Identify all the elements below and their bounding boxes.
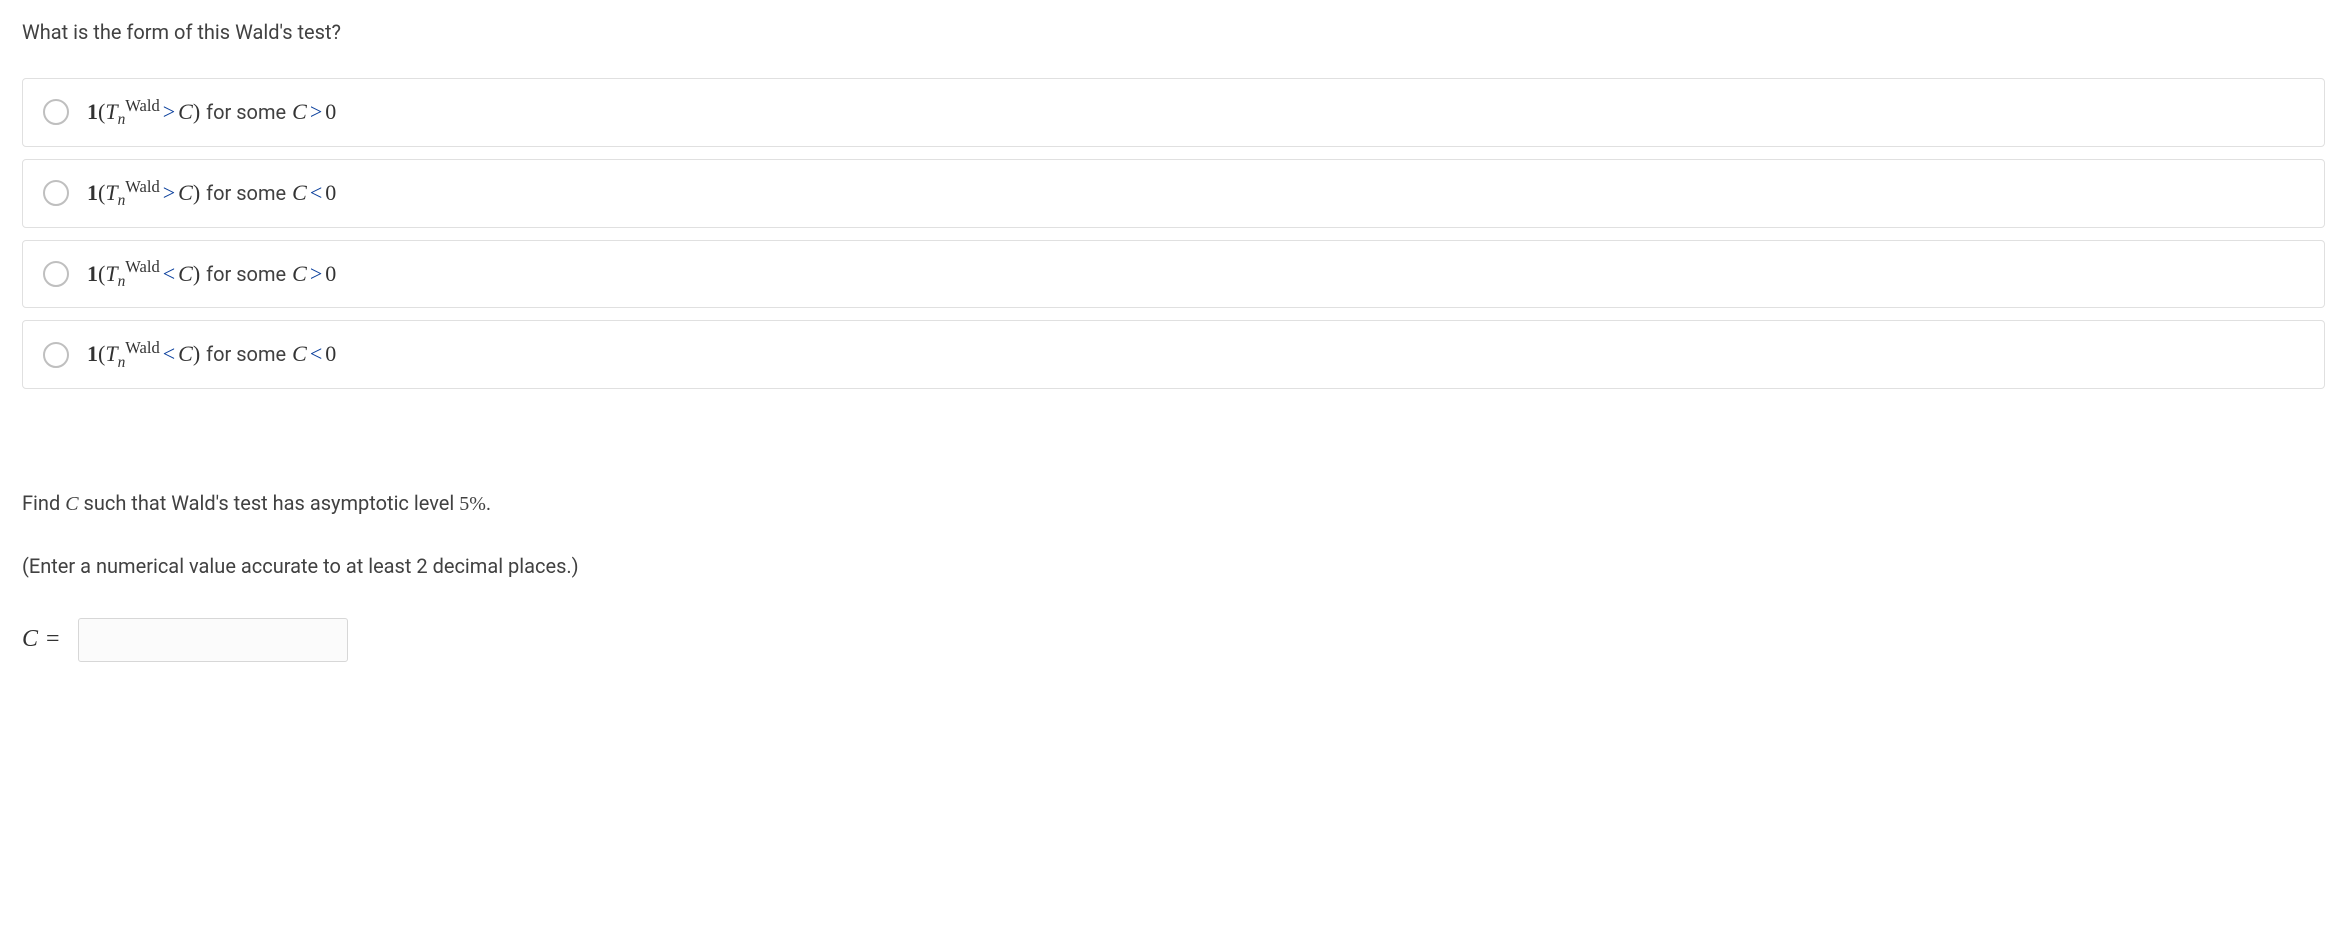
radio-icon: [43, 342, 69, 368]
options-group: 1 ( T n Wald > C ) for some C > 0 1 ( T …: [22, 78, 2325, 389]
answer-row: C =: [22, 618, 2325, 662]
option-1[interactable]: 1 ( T n Wald > C ) for some C > 0: [22, 78, 2325, 147]
radio-icon: [43, 180, 69, 206]
option-3-label: 1 ( T n Wald < C ) for some C > 0: [87, 259, 336, 290]
followup-question: Find C such that Wald's test has asympto…: [22, 489, 2325, 518]
option-3[interactable]: 1 ( T n Wald < C ) for some C > 0: [22, 240, 2325, 309]
option-1-label: 1 ( T n Wald > C ) for some C > 0: [87, 97, 336, 128]
radio-icon: [43, 261, 69, 287]
option-4[interactable]: 1 ( T n Wald < C ) for some C < 0: [22, 320, 2325, 389]
option-2-label: 1 ( T n Wald > C ) for some C < 0: [87, 178, 336, 209]
answer-label: C =: [22, 623, 60, 657]
radio-icon: [43, 99, 69, 125]
input-hint: (Enter a numerical value accurate to at …: [22, 552, 2325, 580]
answer-input[interactable]: [78, 618, 348, 662]
option-2[interactable]: 1 ( T n Wald > C ) for some C < 0: [22, 159, 2325, 228]
option-4-label: 1 ( T n Wald < C ) for some C < 0: [87, 339, 336, 370]
question-text: What is the form of this Wald's test?: [22, 18, 2325, 46]
